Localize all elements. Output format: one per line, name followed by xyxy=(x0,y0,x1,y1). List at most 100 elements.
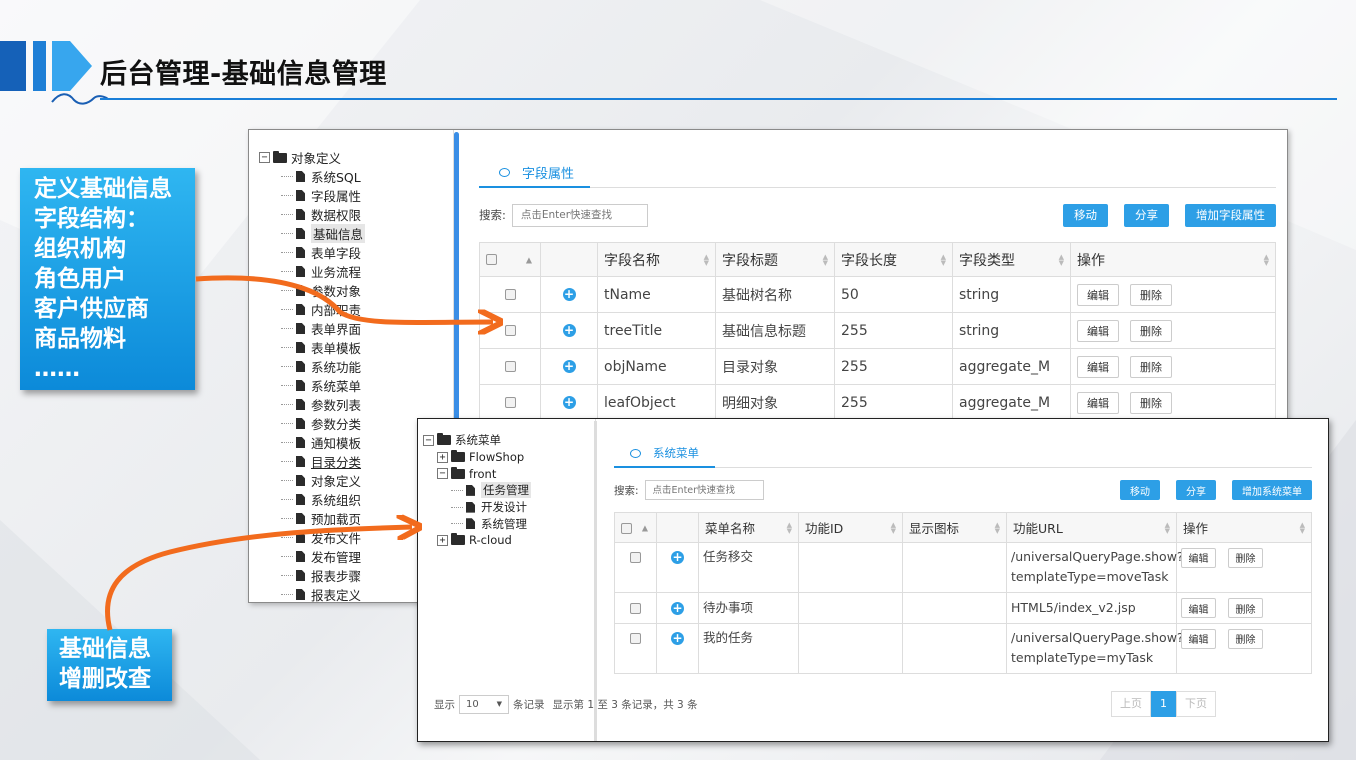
column-menu-name[interactable]: 菜单名称 ▲ ▼ xyxy=(698,512,799,543)
tree-node[interactable]: − front xyxy=(423,465,595,482)
tree-splitter[interactable] xyxy=(454,132,459,432)
plus-circle-icon[interactable]: + xyxy=(671,551,684,564)
tree-node[interactable]: 基础信息 xyxy=(259,224,453,243)
table-row[interactable]: + leafObject 明细对象 255 aggregate_M 编辑 删除 xyxy=(479,384,1276,421)
share-button[interactable]: 分享 xyxy=(1124,203,1169,227)
column-function-url[interactable]: 功能URL ▲ ▼ xyxy=(1006,512,1177,543)
row-checkbox[interactable] xyxy=(504,361,516,372)
plus-circle-icon[interactable]: + xyxy=(671,632,684,645)
delete-button[interactable]: 删除 xyxy=(1130,391,1172,414)
tree-node[interactable]: − 系统菜单 xyxy=(423,432,595,449)
delete-button[interactable]: 删除 xyxy=(1130,355,1172,378)
tree-node[interactable]: 表单字段 xyxy=(259,243,453,262)
tree-node[interactable]: 系统SQL xyxy=(259,167,453,186)
column-actions[interactable]: 操作 ▲ ▼ xyxy=(1176,512,1312,543)
edit-button[interactable]: 编辑 xyxy=(1077,355,1119,378)
plus-circle-icon[interactable]: + xyxy=(562,360,576,373)
table-row[interactable]: + 待办事项 HTML5/index_v2.jsp 编辑 删除 xyxy=(614,592,1312,624)
tree-node[interactable]: 表单模板 xyxy=(259,338,453,357)
plus-circle-icon[interactable]: + xyxy=(562,396,576,409)
tree-node[interactable]: 表单界面 xyxy=(259,319,453,338)
row-checkbox[interactable] xyxy=(630,552,641,563)
actions-cell: 编辑 删除 xyxy=(1176,592,1312,624)
move-button[interactable]: 移动 xyxy=(1063,203,1108,227)
prev-page-button[interactable]: 上页 xyxy=(1111,691,1151,717)
page-1-button[interactable]: 1 xyxy=(1151,691,1176,717)
menu-name-cell: 待办事项 xyxy=(698,592,799,624)
column-field-title[interactable]: 字段标题 ▲ ▼ xyxy=(715,242,835,277)
table-row[interactable]: + 我的任务/universalQueryPage.show? templateTy… xyxy=(614,623,1312,674)
function-url-cell: HTML5/index_v2.jsp xyxy=(1006,592,1177,624)
tree-node[interactable]: 内部职责 xyxy=(259,300,453,319)
expand-icon[interactable]: + xyxy=(437,451,448,463)
column-field-type[interactable]: 字段类型 ▲ ▼ xyxy=(952,242,1071,277)
row-checkbox[interactable] xyxy=(504,397,516,408)
tree-node-label: 对象定义 xyxy=(291,151,342,166)
search-input[interactable] xyxy=(644,480,764,500)
tree-node[interactable]: 系统管理 xyxy=(423,515,595,532)
tab-system-menu[interactable]: 系统菜单 xyxy=(614,440,715,468)
column-field-length[interactable]: 字段长度 ▲ ▼ xyxy=(834,242,953,277)
select-all-checkbox[interactable] xyxy=(621,523,632,534)
row-checkbox[interactable] xyxy=(630,633,641,644)
tree-node[interactable]: 参数对象 xyxy=(259,281,453,300)
tree-node[interactable]: 任务管理 xyxy=(423,482,595,499)
row-checkbox[interactable] xyxy=(504,289,516,300)
collapse-icon[interactable]: − xyxy=(437,468,448,480)
delete-button[interactable]: 删除 xyxy=(1228,598,1263,619)
column-display-icon[interactable]: 显示图标 ▲ ▼ xyxy=(902,512,1007,543)
edit-button[interactable]: 编辑 xyxy=(1077,391,1119,414)
delete-button[interactable]: 删除 xyxy=(1228,547,1263,568)
tree-node[interactable]: + FlowShop xyxy=(423,449,595,466)
tree-node[interactable]: 参数列表 xyxy=(259,395,453,414)
delete-button[interactable]: 删除 xyxy=(1130,319,1172,342)
plus-circle-icon[interactable]: + xyxy=(562,324,576,337)
column-field-name[interactable]: 字段名称 ▲ ▼ xyxy=(597,242,716,277)
edit-button[interactable]: 编辑 xyxy=(1077,283,1119,306)
column-function-id[interactable]: 功能ID ▲ ▼ xyxy=(798,512,903,543)
file-icon xyxy=(296,266,305,277)
tree-node[interactable]: + R-cloud xyxy=(423,532,595,549)
tree-node[interactable]: 业务流程 xyxy=(259,262,453,281)
move-button[interactable]: 移动 xyxy=(1120,480,1160,500)
column-actions[interactable]: 操作 ▲ ▼ xyxy=(1070,242,1276,277)
add-system-menu-button[interactable]: 增加系统菜单 xyxy=(1232,480,1312,500)
table-row[interactable]: + objName 目录对象 255 aggregate_M 编辑 删除 xyxy=(479,348,1276,385)
chat-bubble-icon xyxy=(630,448,641,458)
tree-node[interactable]: − 对象定义 xyxy=(259,148,453,167)
edit-button[interactable]: 编辑 xyxy=(1077,319,1119,342)
tree-node[interactable]: 开发设计 xyxy=(423,499,595,516)
callout-line: 组织机构 xyxy=(34,236,126,262)
tree-node[interactable]: 字段属性 xyxy=(259,186,453,205)
tab-field-attributes[interactable]: 字段属性 xyxy=(479,158,591,188)
plus-circle-icon[interactable]: + xyxy=(671,602,684,615)
plus-circle-icon[interactable]: + xyxy=(562,288,576,301)
collapse-icon[interactable]: − xyxy=(423,434,434,446)
table-row[interactable]: + 任务移交/universalQueryPage.show? templateTy… xyxy=(614,542,1312,593)
delete-button[interactable]: 删除 xyxy=(1130,283,1172,306)
edit-button[interactable]: 编辑 xyxy=(1181,598,1216,619)
row-checkbox[interactable] xyxy=(504,325,516,336)
next-page-button[interactable]: 下页 xyxy=(1176,691,1216,717)
share-button[interactable]: 分享 xyxy=(1176,480,1216,500)
edit-button[interactable]: 编辑 xyxy=(1181,628,1216,649)
table-row[interactable]: + treeTitle 基础信息标题 255 string 编辑 删除 xyxy=(479,312,1276,349)
expand-icon[interactable]: + xyxy=(437,534,448,546)
sort-asc-icon[interactable]: ▲ xyxy=(642,523,648,532)
collapse-icon[interactable]: − xyxy=(259,152,270,163)
field-length-cell: 255 xyxy=(834,384,953,421)
row-checkbox[interactable] xyxy=(630,603,641,614)
select-all-checkbox[interactable] xyxy=(486,254,497,265)
add-column-header xyxy=(540,242,598,277)
tree-node[interactable]: 系统功能 xyxy=(259,357,453,376)
table-row[interactable]: + tName 基础树名称 50 string 编辑 删除 xyxy=(479,276,1276,313)
sort-asc-icon[interactable]: ▲ xyxy=(526,255,532,264)
tree-node[interactable]: 系统菜单 xyxy=(259,376,453,395)
add-field-attribute-button[interactable]: 增加字段属性 xyxy=(1185,203,1276,227)
tree-node[interactable]: 数据权限 xyxy=(259,205,453,224)
page-size-select[interactable]: 10 ▼ xyxy=(459,694,509,714)
delete-button[interactable]: 删除 xyxy=(1228,628,1263,649)
search-input[interactable] xyxy=(511,203,648,227)
edit-button[interactable]: 编辑 xyxy=(1181,547,1216,568)
callout-line: 客户供应商 xyxy=(34,296,149,322)
